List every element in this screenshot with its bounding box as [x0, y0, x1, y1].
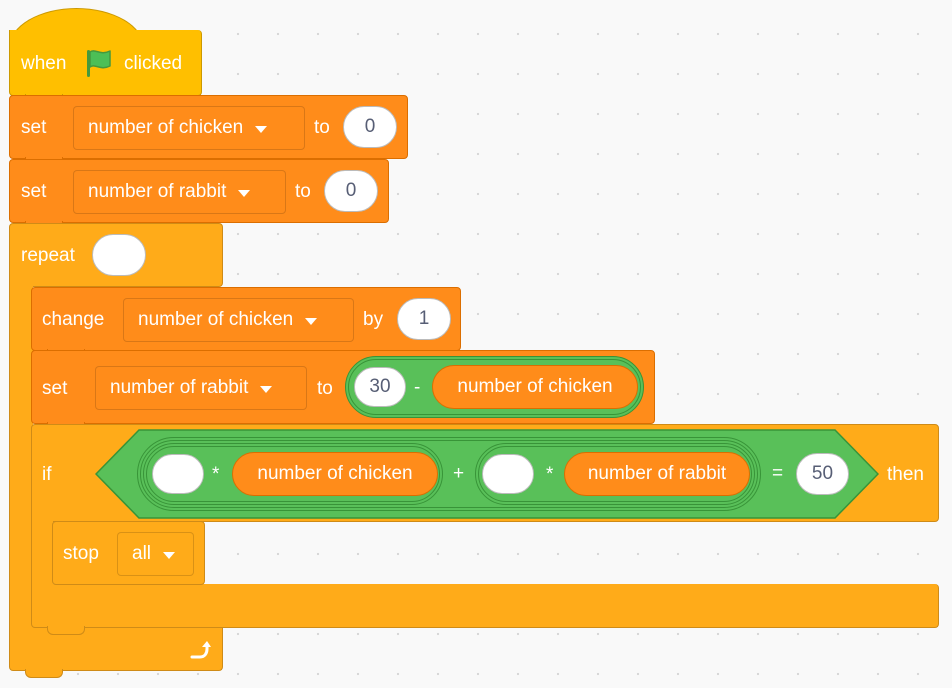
- chicken-reporter[interactable]: number of chicken: [432, 365, 638, 409]
- rabbit-reporter[interactable]: number of rabbit: [564, 452, 750, 496]
- repeat-label: repeat: [21, 245, 75, 266]
- multiplier-input-2[interactable]: [482, 454, 534, 494]
- set-label: set: [21, 181, 47, 202]
- stop-block[interactable]: stop all: [52, 521, 205, 585]
- repeat-block-bottom[interactable]: [9, 627, 223, 671]
- by-label: by: [363, 309, 384, 330]
- multiply-operator: *: [546, 464, 554, 485]
- change-label: change: [42, 309, 105, 330]
- chicken-reporter[interactable]: number of chicken: [232, 452, 438, 496]
- multiplier-input-1[interactable]: [152, 454, 204, 494]
- set-rabbit-calc-block[interactable]: set number of rabbit to 30 - number of c…: [31, 350, 655, 424]
- block-notch: [25, 669, 63, 678]
- stop-option: all: [132, 543, 152, 564]
- variable-dropdown-chicken[interactable]: number of chicken: [73, 106, 305, 150]
- multiply-operator-block-1[interactable]: * number of chicken: [143, 443, 443, 505]
- caret-down-icon: [260, 385, 273, 393]
- multiply-operator: *: [212, 464, 220, 485]
- set-label: set: [21, 117, 47, 138]
- block-notch: [47, 626, 85, 635]
- set-rabbit-block[interactable]: set number of rabbit to 0: [9, 159, 389, 223]
- subtract-operator-block[interactable]: 30 - number of chicken: [345, 356, 644, 418]
- plus-operator: +: [453, 463, 465, 484]
- minus-operator: -: [414, 377, 421, 398]
- value-input[interactable]: 1: [397, 298, 451, 340]
- value-input[interactable]: 0: [343, 106, 397, 148]
- repeat-count-input[interactable]: [92, 234, 146, 276]
- equals-operator: =: [772, 463, 784, 484]
- change-chicken-block[interactable]: change number of chicken by 1: [31, 287, 461, 351]
- value-input[interactable]: 0: [324, 170, 378, 212]
- green-flag-icon: [84, 47, 114, 79]
- variable-dropdown-rabbit[interactable]: number of rabbit: [73, 170, 286, 214]
- loop-arrow-icon: [188, 639, 212, 666]
- variable-name: number of rabbit: [110, 377, 249, 398]
- then-label: then: [887, 464, 924, 485]
- to-label: to: [317, 378, 333, 399]
- repeat-block-arm: [9, 280, 33, 630]
- variable-name: number of rabbit: [88, 181, 227, 202]
- stop-option-dropdown[interactable]: all: [117, 532, 194, 576]
- repeat-block-top[interactable]: repeat: [9, 223, 223, 287]
- when-flag-clicked-block[interactable]: when clicked: [9, 30, 202, 96]
- multiply-operator-block-2[interactable]: * number of rabbit: [475, 443, 755, 505]
- set-label: set: [42, 378, 68, 399]
- caret-down-icon: [238, 189, 251, 197]
- clicked-label: clicked: [124, 53, 183, 74]
- variable-name: number of chicken: [88, 117, 244, 138]
- compare-value-input[interactable]: 50: [796, 453, 849, 495]
- stop-label: stop: [63, 543, 99, 564]
- to-label: to: [314, 117, 330, 138]
- left-value-input[interactable]: 30: [354, 367, 406, 407]
- to-label: to: [295, 181, 311, 202]
- when-label: when: [21, 53, 67, 74]
- if-block-bottom: [31, 584, 939, 628]
- caret-down-icon: [163, 551, 176, 559]
- if-block-arm: [31, 516, 53, 590]
- variable-dropdown-chicken[interactable]: number of chicken: [123, 298, 354, 342]
- set-chicken-block[interactable]: set number of chicken to 0: [9, 95, 408, 159]
- caret-down-icon: [305, 317, 318, 325]
- caret-down-icon: [255, 125, 268, 133]
- variable-dropdown-rabbit[interactable]: number of rabbit: [95, 366, 307, 410]
- if-label: if: [42, 464, 52, 485]
- variable-name: number of chicken: [138, 309, 294, 330]
